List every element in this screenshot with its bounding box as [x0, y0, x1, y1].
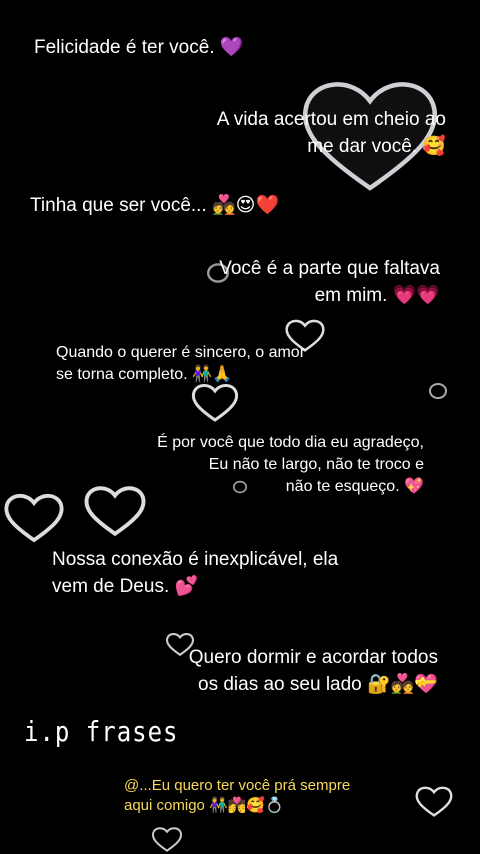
quote-4: Você é a parte que faltava em mim. 💗💗 — [219, 258, 440, 306]
heart-bubble-icon — [414, 785, 454, 817]
heart-bubble-icon — [150, 826, 184, 852]
heart-bubble-icon — [190, 382, 240, 422]
quote-2: A vida acertou em cheio ao me dar você. … — [216, 109, 446, 157]
brand-watermark: i.p frases — [24, 715, 179, 749]
heart-bubble-icon — [82, 482, 148, 538]
quote-8: Quero dormir e acordar todos os dias ao … — [188, 647, 438, 695]
quote-3: Tinha que ser você... 💑😍❤️ — [30, 195, 280, 216]
quote-1: Felicidade é ter você. 💜 — [34, 37, 244, 58]
footer-caption: @...Eu quero ter você prá sempre aqui co… — [124, 777, 351, 814]
heart-bubble-icon — [2, 490, 66, 544]
quote-5: Quando o querer é sincero, o amor se tor… — [56, 344, 306, 383]
bubble-dot-icon — [428, 382, 448, 400]
quote-7: Nossa conexão é inexplicável, ela vem de… — [52, 549, 339, 597]
quote-6: É por você que todo dia eu agradeço, Eu … — [157, 434, 424, 495]
